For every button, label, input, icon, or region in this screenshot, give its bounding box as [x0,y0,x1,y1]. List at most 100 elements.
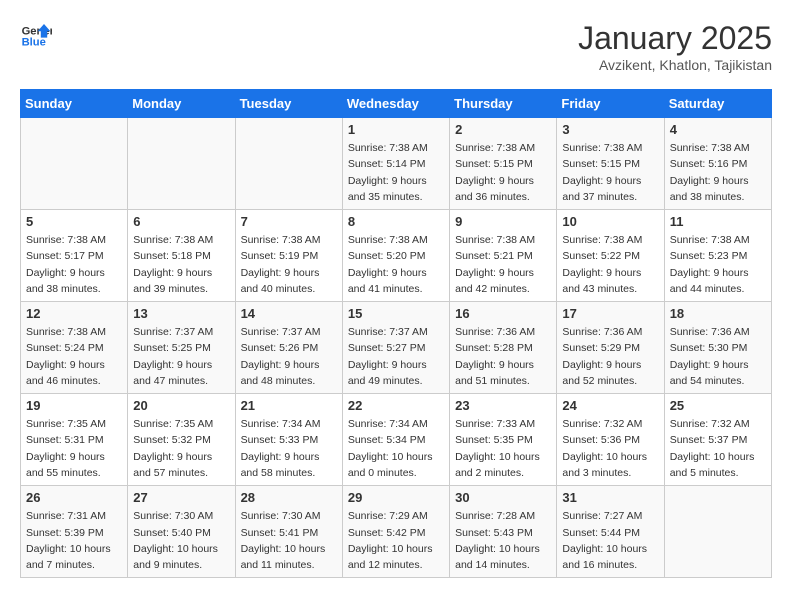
calendar-week-row: 1 Sunrise: 7:38 AM Sunset: 5:14 PM Daylig… [21,118,772,210]
calendar-week-row: 12 Sunrise: 7:38 AM Sunset: 5:24 PM Dayli… [21,302,772,394]
day-number: 31 [562,490,658,505]
calendar-table: Sunday Monday Tuesday Wednesday Thursday… [20,89,772,578]
day-number: 22 [348,398,444,413]
day-number: 25 [670,398,766,413]
day-number: 13 [133,306,229,321]
calendar-cell: 22Sunrise: 7:34 AM Sunset: 5:34 PM Dayli… [342,394,449,486]
calendar-cell: 24Sunrise: 7:32 AM Sunset: 5:36 PM Dayli… [557,394,664,486]
calendar-cell: 15 Sunrise: 7:37 AM Sunset: 5:27 PM Dayli… [342,302,449,394]
cell-info: Sunrise: 7:33 AM Sunset: 5:35 PM Dayligh… [455,416,551,481]
cell-info: Sunrise: 7:32 AM Sunset: 5:37 PM Dayligh… [670,416,766,481]
calendar-cell: 9 Sunrise: 7:38 AM Sunset: 5:21 PM Daylig… [450,210,557,302]
day-number: 12 [26,306,122,321]
header-saturday: Saturday [664,90,771,118]
cell-info: Sunrise: 7:38 AM Sunset: 5:19 PM Dayligh… [241,232,337,297]
cell-info: Sunrise: 7:32 AM Sunset: 5:36 PM Dayligh… [562,416,658,481]
cell-info: Sunrise: 7:37 AM Sunset: 5:27 PM Dayligh… [348,324,444,389]
calendar-cell: 23 Sunrise: 7:33 AM Sunset: 5:35 PM Dayli… [450,394,557,486]
cell-info: Sunrise: 7:38 AM Sunset: 5:16 PM Dayligh… [670,140,766,205]
cell-info: Sunrise: 7:29 AM Sunset: 5:42 PM Dayligh… [348,508,444,573]
calendar-cell: 16Sunrise: 7:36 AM Sunset: 5:28 PM Dayli… [450,302,557,394]
calendar-cell: 20 Sunrise: 7:35 AM Sunset: 5:32 PM Dayli… [128,394,235,486]
calendar-cell: 30Sunrise: 7:28 AM Sunset: 5:43 PM Dayli… [450,486,557,578]
calendar-cell: 11Sunrise: 7:38 AM Sunset: 5:23 PM Dayli… [664,210,771,302]
calendar-title: January 2025 [578,20,772,57]
day-number: 14 [241,306,337,321]
cell-info: Sunrise: 7:38 AM Sunset: 5:14 PM Dayligh… [348,140,444,205]
cell-info: Sunrise: 7:38 AM Sunset: 5:15 PM Dayligh… [455,140,551,205]
calendar-header: Sunday Monday Tuesday Wednesday Thursday… [21,90,772,118]
cell-info: Sunrise: 7:36 AM Sunset: 5:29 PM Dayligh… [562,324,658,389]
day-number: 6 [133,214,229,229]
cell-info: Sunrise: 7:38 AM Sunset: 5:21 PM Dayligh… [455,232,551,297]
day-number: 23 [455,398,551,413]
cell-info: Sunrise: 7:30 AM Sunset: 5:41 PM Dayligh… [241,508,337,573]
calendar-cell: 26Sunrise: 7:31 AM Sunset: 5:39 PM Dayli… [21,486,128,578]
cell-info: Sunrise: 7:38 AM Sunset: 5:17 PM Dayligh… [26,232,122,297]
calendar-cell: 2 Sunrise: 7:38 AM Sunset: 5:15 PM Daylig… [450,118,557,210]
day-number: 18 [670,306,766,321]
calendar-cell: 25 Sunrise: 7:32 AM Sunset: 5:37 PM Dayli… [664,394,771,486]
calendar-cell: 18 Sunrise: 7:36 AM Sunset: 5:30 PM Dayli… [664,302,771,394]
calendar-cell: 1 Sunrise: 7:38 AM Sunset: 5:14 PM Daylig… [342,118,449,210]
cell-info: Sunrise: 7:38 AM Sunset: 5:20 PM Dayligh… [348,232,444,297]
day-number: 8 [348,214,444,229]
cell-info: Sunrise: 7:30 AM Sunset: 5:40 PM Dayligh… [133,508,229,573]
day-number: 29 [348,490,444,505]
page-header: General Blue January 2025 Avzikent, Khat… [20,20,772,73]
day-number: 5 [26,214,122,229]
calendar-cell: 3Sunrise: 7:38 AM Sunset: 5:15 PM Daylig… [557,118,664,210]
header-row: Sunday Monday Tuesday Wednesday Thursday… [21,90,772,118]
day-number: 21 [241,398,337,413]
cell-info: Sunrise: 7:28 AM Sunset: 5:43 PM Dayligh… [455,508,551,573]
svg-text:Blue: Blue [22,37,46,49]
calendar-cell: 4 Sunrise: 7:38 AM Sunset: 5:16 PM Daylig… [664,118,771,210]
day-number: 20 [133,398,229,413]
cell-info: Sunrise: 7:38 AM Sunset: 5:24 PM Dayligh… [26,324,122,389]
calendar-cell: 17Sunrise: 7:36 AM Sunset: 5:29 PM Dayli… [557,302,664,394]
day-number: 11 [670,214,766,229]
header-tuesday: Tuesday [235,90,342,118]
cell-info: Sunrise: 7:36 AM Sunset: 5:30 PM Dayligh… [670,324,766,389]
day-number: 15 [348,306,444,321]
cell-info: Sunrise: 7:35 AM Sunset: 5:31 PM Dayligh… [26,416,122,481]
header-monday: Monday [128,90,235,118]
day-number: 1 [348,122,444,137]
calendar-cell: 29 Sunrise: 7:29 AM Sunset: 5:42 PM Dayli… [342,486,449,578]
calendar-cell: 7 Sunrise: 7:38 AM Sunset: 5:19 PM Daylig… [235,210,342,302]
calendar-cell: 28 Sunrise: 7:30 AM Sunset: 5:41 PM Dayli… [235,486,342,578]
calendar-cell: 31 Sunrise: 7:27 AM Sunset: 5:44 PM Dayli… [557,486,664,578]
title-block: January 2025 Avzikent, Khatlon, Tajikist… [578,20,772,73]
calendar-cell: 19 Sunrise: 7:35 AM Sunset: 5:31 PM Dayli… [21,394,128,486]
day-number: 19 [26,398,122,413]
calendar-cell: 10Sunrise: 7:38 AM Sunset: 5:22 PM Dayli… [557,210,664,302]
calendar-cell [128,118,235,210]
cell-info: Sunrise: 7:27 AM Sunset: 5:44 PM Dayligh… [562,508,658,573]
calendar-cell: 5 Sunrise: 7:38 AM Sunset: 5:17 PM Daylig… [21,210,128,302]
cell-info: Sunrise: 7:35 AM Sunset: 5:32 PM Dayligh… [133,416,229,481]
logo: General Blue [20,20,52,52]
svg-text:General: General [22,25,52,37]
cell-info: Sunrise: 7:37 AM Sunset: 5:26 PM Dayligh… [241,324,337,389]
day-number: 9 [455,214,551,229]
cell-info: Sunrise: 7:31 AM Sunset: 5:39 PM Dayligh… [26,508,122,573]
calendar-week-row: 5 Sunrise: 7:38 AM Sunset: 5:17 PM Daylig… [21,210,772,302]
day-number: 27 [133,490,229,505]
day-number: 7 [241,214,337,229]
calendar-cell [235,118,342,210]
header-thursday: Thursday [450,90,557,118]
cell-info: Sunrise: 7:36 AM Sunset: 5:28 PM Dayligh… [455,324,551,389]
day-number: 3 [562,122,658,137]
calendar-subtitle: Avzikent, Khatlon, Tajikistan [578,57,772,73]
logo-icon: General Blue [20,20,52,52]
calendar-cell: 8 Sunrise: 7:38 AM Sunset: 5:20 PM Daylig… [342,210,449,302]
calendar-cell: 13 Sunrise: 7:37 AM Sunset: 5:25 PM Dayli… [128,302,235,394]
day-number: 28 [241,490,337,505]
cell-info: Sunrise: 7:37 AM Sunset: 5:25 PM Dayligh… [133,324,229,389]
day-number: 4 [670,122,766,137]
calendar-cell: 27 Sunrise: 7:30 AM Sunset: 5:40 PM Dayli… [128,486,235,578]
day-number: 2 [455,122,551,137]
calendar-week-row: 19 Sunrise: 7:35 AM Sunset: 5:31 PM Dayli… [21,394,772,486]
day-number: 10 [562,214,658,229]
header-friday: Friday [557,90,664,118]
